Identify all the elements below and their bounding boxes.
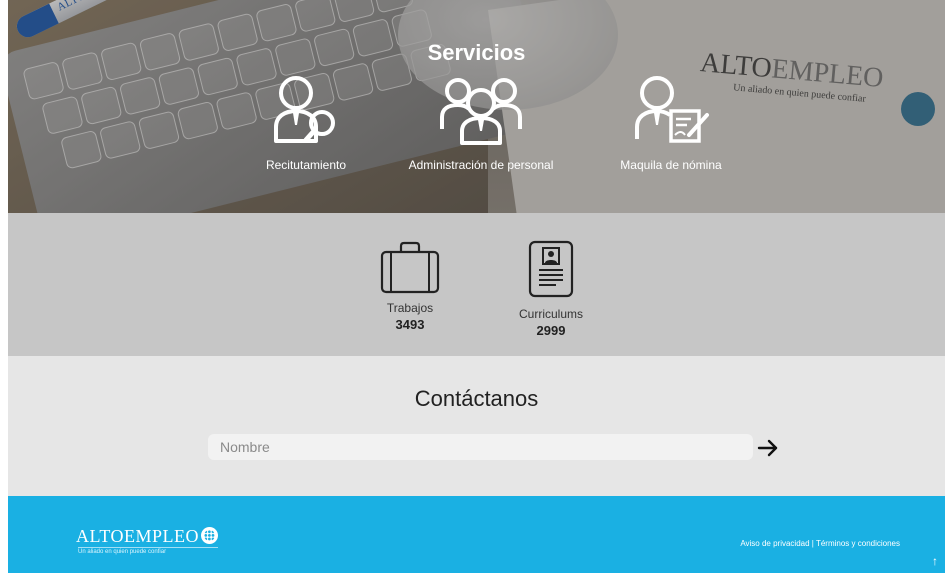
service-recruitment[interactable]: Recitutamiento: [206, 73, 406, 172]
stat-resumes-label: Curriculums: [518, 307, 583, 321]
footer-links: Aviso de privacidad | Términos y condici…: [740, 539, 900, 548]
terms-link[interactable]: Términos y condiciones: [816, 539, 900, 548]
name-input[interactable]: [208, 434, 753, 460]
footer: ALTOEMPLEO Un aliado en quien puede conf…: [8, 496, 945, 573]
briefcase-icon: [380, 241, 440, 294]
services-hero: ALTOEMPLEO ALTOEMPLEO Un aliado en quien…: [8, 0, 945, 213]
scroll-top-button[interactable]: ↑: [927, 553, 943, 569]
service-payroll[interactable]: Maquila de nómina: [571, 73, 771, 172]
footer-tagline: Un aliado en quien puede confiar: [78, 547, 218, 555]
stat-jobs[interactable]: Trabajos 3493: [355, 240, 465, 332]
resume-icon: [528, 240, 574, 298]
stat-resumes-count: 2999: [536, 323, 566, 338]
service-personnel-admin[interactable]: Administración de personal: [381, 73, 581, 172]
privacy-link[interactable]: Aviso de privacidad: [740, 539, 809, 548]
arrow-right-icon[interactable]: [756, 436, 780, 460]
recruitment-icon: [274, 76, 335, 143]
service-label: Maquila de nómina: [620, 158, 722, 172]
stat-jobs-count: 3493: [395, 317, 425, 332]
stats-section: Trabajos 3493 Curriculums 2999: [8, 213, 945, 356]
contact-title: Contáctanos: [414, 386, 539, 411]
services-title: Servicios: [427, 40, 526, 65]
footer-logo[interactable]: ALTOEMPLEO: [76, 526, 219, 547]
people-admin-icon: [440, 78, 522, 145]
contact-section: Contáctanos: [8, 356, 945, 496]
payroll-icon: [635, 76, 709, 143]
logo-badge-icon: [201, 527, 219, 544]
service-label: Administración de personal: [408, 158, 554, 172]
link-separator: |: [811, 539, 814, 548]
stat-jobs-label: Trabajos: [386, 301, 434, 315]
stat-resumes[interactable]: Curriculums 2999: [496, 240, 606, 338]
page: ALTOEMPLEO ALTOEMPLEO Un aliado en quien…: [8, 0, 945, 573]
service-label: Recitutamiento: [265, 158, 347, 172]
